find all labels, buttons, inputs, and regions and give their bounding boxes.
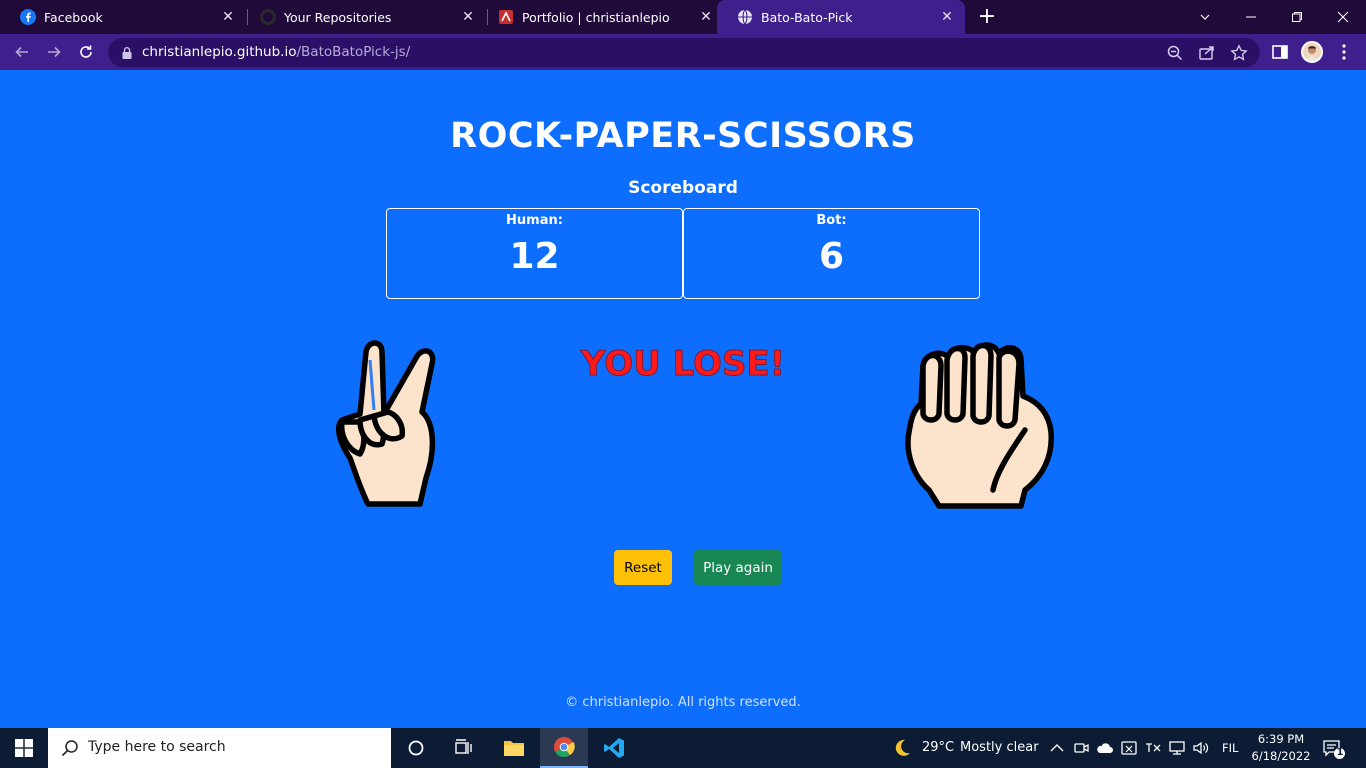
back-arrow-icon bbox=[15, 46, 28, 58]
cortana-circle-icon bbox=[408, 740, 424, 756]
reload-button[interactable] bbox=[73, 39, 99, 65]
vscode-taskbar-button[interactable] bbox=[590, 728, 638, 768]
start-button[interactable] bbox=[0, 728, 48, 768]
notification-count-badge: 1 bbox=[1336, 747, 1344, 758]
show-hidden-icons-chevron-icon[interactable] bbox=[1048, 739, 1066, 757]
close-tab-icon[interactable]: ✕ bbox=[939, 9, 955, 25]
human-score-value: 12 bbox=[509, 236, 560, 277]
chrome-icon bbox=[554, 737, 575, 758]
vscode-icon bbox=[604, 738, 624, 758]
tab-title: Portfolio | christianlepio bbox=[522, 9, 670, 25]
tab-title: Bato-Bato-Pick bbox=[761, 9, 853, 25]
ime-keyboard-icon[interactable] bbox=[1144, 739, 1162, 757]
rock-fist-icon bbox=[905, 342, 1054, 509]
game-result-text: YOU LOSE! bbox=[0, 344, 1366, 385]
tab-repositories[interactable]: Your Repositories ✕ bbox=[240, 0, 486, 34]
taskbar-clock[interactable]: 6:39 PM 6/18/2022 bbox=[1250, 731, 1312, 765]
profile-avatar[interactable] bbox=[1301, 41, 1323, 63]
tab-title: Facebook bbox=[44, 9, 103, 25]
network-icon[interactable] bbox=[1168, 739, 1186, 757]
close-tab-icon[interactable]: ✕ bbox=[698, 9, 714, 25]
globe-icon bbox=[737, 9, 753, 25]
task-view-icon bbox=[455, 739, 472, 754]
weather-description[interactable]: Mostly clear bbox=[960, 740, 1039, 755]
reload-icon bbox=[80, 45, 92, 58]
zoom-icon[interactable] bbox=[1166, 44, 1184, 62]
scoreboard-heading: Scoreboard bbox=[628, 178, 738, 198]
url-path: /BatoBatoPick-js/ bbox=[296, 44, 411, 60]
clock-time: 6:39 PM bbox=[1257, 732, 1305, 746]
chrome-menu-icon[interactable] bbox=[1334, 42, 1354, 62]
folder-icon bbox=[504, 741, 524, 756]
play-again-button[interactable]: Play again bbox=[694, 550, 782, 585]
notification-center-icon[interactable]: 1 bbox=[1322, 738, 1346, 760]
windows-taskbar: Type here to search 29°C Mostly clear FI… bbox=[0, 728, 1366, 768]
tab-facebook[interactable]: Facebook ✕ bbox=[0, 0, 246, 34]
url-text: christianlepio.github.io/BatoBatoPick-js… bbox=[142, 44, 410, 60]
human-score-label: Human: bbox=[506, 213, 563, 228]
browser-tab-strip: Facebook ✕ Your Repositories ✕ Portfolio… bbox=[0, 0, 1366, 34]
page-title: ROCK-PAPER-SCISSORS bbox=[450, 116, 916, 156]
file-explorer-button[interactable] bbox=[490, 728, 538, 768]
forward-arrow-icon bbox=[48, 46, 61, 58]
game-page: ROCK-PAPER-SCISSORS Scoreboard Human: 12… bbox=[0, 70, 1366, 728]
tab-search-chevron-icon[interactable] bbox=[1182, 0, 1228, 34]
share-icon[interactable] bbox=[1198, 44, 1216, 62]
browser-toolbar: christianlepio.github.io/BatoBatoPick-js… bbox=[0, 34, 1366, 70]
clock-date: 6/18/2022 bbox=[1251, 749, 1311, 763]
bot-score-value: 6 bbox=[818, 236, 845, 277]
github-icon bbox=[260, 9, 276, 25]
input-language[interactable]: FIL bbox=[1222, 741, 1238, 755]
bookmark-star-icon[interactable] bbox=[1230, 44, 1248, 62]
windows-security-icon[interactable] bbox=[1120, 739, 1138, 757]
cortana-button[interactable] bbox=[392, 728, 440, 768]
bot-score-card: Bot: 6 bbox=[683, 208, 980, 299]
chrome-taskbar-button[interactable] bbox=[540, 728, 588, 768]
portfolio-icon bbox=[498, 9, 514, 25]
lock-icon[interactable] bbox=[120, 45, 134, 59]
close-tab-icon[interactable]: ✕ bbox=[220, 9, 236, 25]
facebook-icon bbox=[20, 9, 36, 25]
side-panel-icon[interactable] bbox=[1270, 42, 1290, 62]
new-tab-button[interactable]: + bbox=[976, 6, 998, 28]
reset-button[interactable]: Reset bbox=[614, 550, 672, 585]
weather-moon-icon[interactable] bbox=[892, 738, 912, 758]
address-bar[interactable]: christianlepio.github.io/BatoBatoPick-js… bbox=[108, 38, 1260, 67]
search-icon bbox=[60, 738, 80, 758]
volume-icon[interactable] bbox=[1192, 739, 1210, 757]
url-domain: christianlepio.github.io bbox=[142, 44, 297, 60]
tab-bato-bato-pick[interactable]: Bato-Bato-Pick ✕ bbox=[717, 0, 965, 34]
weather-temperature[interactable]: 29°C bbox=[922, 740, 954, 755]
taskbar-search[interactable]: Type here to search bbox=[48, 728, 391, 768]
minimize-window-button[interactable] bbox=[1228, 0, 1274, 34]
task-view-button[interactable] bbox=[440, 728, 488, 768]
bot-score-label: Bot: bbox=[816, 213, 847, 228]
forward-button[interactable] bbox=[41, 39, 67, 65]
back-button[interactable] bbox=[9, 39, 35, 65]
result-label: YOU LOSE! bbox=[580, 344, 786, 385]
close-window-button[interactable] bbox=[1320, 0, 1366, 34]
footer-copyright: © christianlepio. All rights reserved. bbox=[565, 695, 801, 710]
meet-now-icon[interactable] bbox=[1072, 739, 1090, 757]
tab-portfolio[interactable]: Portfolio | christianlepio ✕ bbox=[478, 0, 724, 34]
search-placeholder: Type here to search bbox=[88, 739, 226, 755]
close-tab-icon[interactable]: ✕ bbox=[460, 9, 476, 25]
restore-window-button[interactable] bbox=[1274, 0, 1320, 34]
human-score-card: Human: 12 bbox=[386, 208, 683, 299]
tab-title: Your Repositories bbox=[284, 9, 392, 25]
onedrive-cloud-icon[interactable] bbox=[1096, 739, 1114, 757]
windows-logo-icon bbox=[15, 739, 33, 757]
